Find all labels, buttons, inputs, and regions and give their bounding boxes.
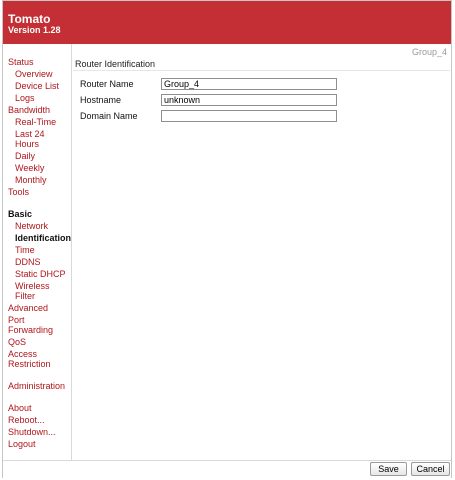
save-button[interactable]: Save [370,462,407,476]
app-version: Version 1.28 [8,25,61,35]
nav-port-forwarding-line2[interactable]: Forwarding [8,325,53,336]
nav-monthly[interactable]: Monthly [15,175,47,186]
nav-overview[interactable]: Overview [15,69,53,80]
nav-qos[interactable]: QoS [8,337,26,348]
nav-logs[interactable]: Logs [15,93,35,104]
nav-advanced[interactable]: Advanced [8,303,48,314]
nav-identification[interactable]: Identification [15,233,71,244]
nav-about[interactable]: About [8,403,32,414]
hostname-input[interactable] [161,94,337,106]
section-divider [73,70,450,71]
nav-access-restriction-line2[interactable]: Restriction [8,359,51,370]
router-group-tag: Group_4 [411,47,447,57]
nav-static-dhcp[interactable]: Static DHCP [15,269,66,280]
nav-shutdown[interactable]: Shutdown... [8,427,56,438]
hostname-label: Hostname [80,95,122,105]
router-name-input[interactable] [161,78,337,90]
nav-basic[interactable]: Basic [8,209,32,220]
cancel-button[interactable]: Cancel [411,462,450,476]
nav-administration[interactable]: Administration [8,381,65,392]
sidebar-nav: Status Overview Device List Logs Bandwid… [3,44,72,460]
nav-last-24-hours-line2[interactable]: Hours [15,139,39,150]
nav-status[interactable]: Status [8,57,34,68]
nav-reboot[interactable]: Reboot... [8,415,45,426]
nav-network[interactable]: Network [15,221,48,232]
nav-bandwidth[interactable]: Bandwidth [8,105,50,116]
domain-name-label: Domain Name [80,111,138,121]
nav-wireless-filter-line2[interactable]: Filter [15,291,35,302]
nav-ddns[interactable]: DDNS [15,257,41,268]
header-bar: Tomato Version 1.28 [3,1,451,44]
nav-real-time[interactable]: Real-Time [15,117,56,128]
nav-daily[interactable]: Daily [15,151,35,162]
page-frame: Tomato Version 1.28 Status Overview Devi… [2,0,452,478]
nav-device-list[interactable]: Device List [15,81,59,92]
section-title: Router Identification [75,59,156,69]
app-title: Tomato [8,12,51,26]
nav-tools[interactable]: Tools [8,187,29,198]
nav-logout[interactable]: Logout [8,439,36,450]
router-name-label: Router Name [80,79,134,89]
domain-name-input[interactable] [161,110,337,122]
nav-time[interactable]: Time [15,245,35,256]
nav-weekly[interactable]: Weekly [15,163,44,174]
